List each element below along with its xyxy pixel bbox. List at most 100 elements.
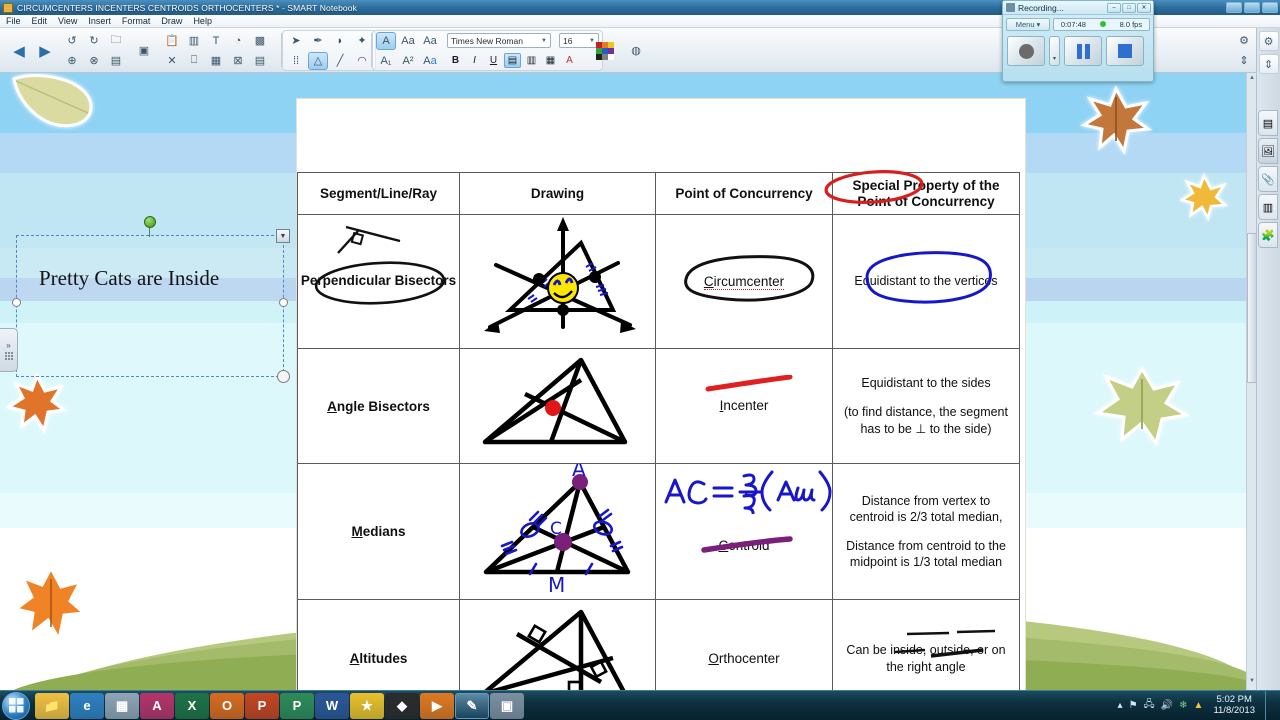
font-color-icon[interactable]: Aa: [420, 52, 440, 70]
font-increase-icon[interactable]: A: [376, 31, 396, 50]
grid-icon[interactable]: ▦: [206, 52, 226, 70]
screen-shade-icon[interactable]: ▣: [134, 42, 154, 60]
properties-icon[interactable]: ▥: [1258, 194, 1278, 220]
menu-item-draw[interactable]: Draw: [161, 16, 182, 26]
taskbar-item-photo-gallery[interactable]: ★: [350, 692, 384, 719]
text-color-button[interactable]: A: [561, 53, 578, 68]
object-menu-handle[interactable]: ▼: [276, 229, 290, 243]
recorder-window[interactable]: Recording... – □ ✕ Menu ▾ 0:07:48 8.0 fps…: [1002, 0, 1154, 82]
back-button[interactable]: ◀: [6, 42, 32, 60]
minimize-button[interactable]: [1226, 2, 1242, 13]
line-icon[interactable]: ╱: [330, 52, 350, 70]
taskbar-item-notebook-active[interactable]: ✎: [455, 692, 489, 719]
shade-icon[interactable]: ⎕: [184, 52, 204, 70]
notebook-canvas[interactable]: ▼ Pretty Cats are Inside Segment/Line/Ra…: [0, 73, 1256, 690]
recorder-window-controls[interactable]: – □ ✕: [1107, 2, 1153, 13]
taskbar-item-explorer[interactable]: 📁: [35, 692, 69, 719]
resize-handle-left[interactable]: [12, 298, 21, 307]
taskbar-item-internet-explorer[interactable]: e: [70, 692, 104, 719]
page-thumbnail-icon[interactable]: ▤: [1258, 110, 1278, 136]
scroll-down-arrow[interactable]: ▼: [1248, 678, 1256, 688]
vertical-scrollbar[interactable]: ▲ ▼: [1246, 73, 1257, 690]
font-style-small-icon[interactable]: Aa: [420, 32, 440, 50]
taskbar-item-excel[interactable]: X: [175, 692, 209, 719]
taskbar-item-access[interactable]: A: [140, 692, 174, 719]
antivirus-icon[interactable]: ❄: [1179, 700, 1187, 711]
recorder-titlebar[interactable]: Recording... – □ ✕: [1003, 1, 1153, 15]
bold-button[interactable]: B: [447, 53, 464, 68]
align-left-button[interactable]: ▤: [504, 53, 521, 68]
toolbar-move-icon[interactable]: ⇕: [1234, 52, 1254, 70]
superscript-icon[interactable]: A²: [398, 52, 418, 70]
menu-item-insert[interactable]: Insert: [88, 16, 111, 26]
tray-overflow-icon[interactable]: ▴: [1118, 700, 1123, 711]
network-icon[interactable]: 🖧: [1144, 697, 1155, 714]
open-file-icon[interactable]: 🗀: [106, 32, 126, 50]
action-center-icon[interactable]: ⚑: [1129, 700, 1138, 711]
menu-item-help[interactable]: Help: [193, 16, 212, 26]
shapes-icon[interactable]: △: [308, 51, 328, 70]
taskbar-item-smart-notebook[interactable]: ▦: [105, 692, 139, 719]
add-page-icon[interactable]: ⊕: [62, 52, 82, 70]
sidebar-expand-tab[interactable]: »: [0, 328, 18, 372]
show-desktop-button[interactable]: [1265, 690, 1274, 720]
screen-capture-icon[interactable]: ▥: [184, 32, 204, 50]
align-objects-icon[interactable]: ▤: [250, 52, 270, 70]
start-button[interactable]: [2, 691, 30, 720]
rotate-handle[interactable]: [144, 216, 156, 228]
sidebar-tabstrip[interactable]: ▤ 🖼 📎 ▥ 🧩: [1258, 110, 1278, 248]
gallery-icon[interactable]: 🖼: [1258, 138, 1278, 164]
redo-button[interactable]: ↻: [84, 32, 104, 50]
menu-item-view[interactable]: View: [58, 16, 77, 26]
taskbar-item-powerpoint[interactable]: P: [245, 692, 279, 719]
insert-text-icon[interactable]: T: [206, 32, 226, 50]
gear-icon[interactable]: ⚙: [1258, 31, 1279, 51]
menu-item-format[interactable]: Format: [122, 16, 151, 26]
delete-page-icon[interactable]: ⊗: [84, 52, 104, 70]
magic-pen-icon[interactable]: ✦: [352, 32, 372, 50]
font-size-select[interactable]: 16 ▼: [559, 33, 599, 48]
underline-button[interactable]: U: [485, 53, 502, 68]
stop-button[interactable]: [1106, 36, 1144, 66]
taskbar-item-publisher[interactable]: P: [280, 692, 314, 719]
recorder-minimize-button[interactable]: –: [1107, 2, 1121, 13]
shape-eraser-icon[interactable]: ◠: [352, 52, 372, 70]
taskbar-item-word[interactable]: W: [315, 692, 349, 719]
measure-tool-icon[interactable]: ◔: [228, 32, 248, 50]
select-pointer-icon[interactable]: ➤: [286, 32, 306, 50]
recorder-maximize-button[interactable]: □: [1122, 2, 1136, 13]
window-controls[interactable]: [1226, 2, 1280, 13]
clock[interactable]: 5:02 PM 11/8/2013: [1209, 694, 1255, 717]
align-right-button[interactable]: ▦: [542, 53, 559, 68]
menu-item-edit[interactable]: Edit: [32, 16, 48, 26]
taskbar-item-outlook[interactable]: O: [210, 692, 244, 719]
pause-button[interactable]: [1064, 36, 1102, 66]
pen-icon[interactable]: ✒: [308, 32, 328, 50]
transparency-icon[interactable]: ◍: [626, 42, 646, 60]
record-button[interactable]: [1007, 36, 1045, 66]
forward-button[interactable]: ▶: [32, 42, 58, 60]
record-options-button[interactable]: ▾: [1049, 36, 1060, 66]
recorder-close-button[interactable]: ✕: [1137, 2, 1151, 13]
paste-icon[interactable]: 📋: [162, 32, 182, 50]
align-center-button[interactable]: ▥: [523, 53, 540, 68]
creative-pen-icon[interactable]: ⁞⁞: [286, 52, 306, 70]
addons-icon[interactable]: 🧩: [1258, 222, 1278, 248]
color-palette-icon[interactable]: [596, 41, 614, 60]
scroll-up-arrow[interactable]: ▲: [1248, 75, 1256, 85]
maximize-button[interactable]: [1244, 2, 1260, 13]
attachment-icon[interactable]: 📎: [1258, 166, 1278, 192]
save-icon[interactable]: ▤: [106, 52, 126, 70]
close-button[interactable]: [1262, 2, 1278, 13]
resize-handle-right[interactable]: [279, 298, 288, 307]
resize-handle-corner[interactable]: [277, 370, 290, 383]
font-family-select[interactable]: Times New Roman ▼: [447, 33, 551, 48]
taskbar-item-inkscape[interactable]: ◆: [385, 692, 419, 719]
selected-text-object[interactable]: ▼ Pretty Cats are Inside: [12, 216, 290, 383]
italic-button[interactable]: I: [466, 53, 483, 68]
cloud-drive-icon[interactable]: ▲: [1194, 700, 1204, 711]
table-insert-icon[interactable]: ▩: [250, 32, 270, 50]
delete-icon[interactable]: ✕: [162, 52, 182, 70]
worksheet-page[interactable]: Segment/Line/Ray Drawing Point of Concur…: [296, 98, 1026, 690]
taskbar-item-media-player[interactable]: ▶: [420, 692, 454, 719]
